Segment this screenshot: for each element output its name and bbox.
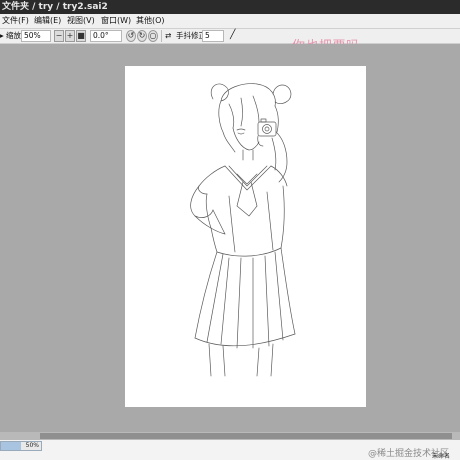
menu-other[interactable]: 其他(O): [136, 14, 165, 28]
memory-usage-text: 50%: [25, 442, 39, 449]
drawing-paper[interactable]: [125, 66, 366, 407]
window-controls[interactable]: [418, 0, 460, 14]
horizontal-scrollbar[interactable]: [0, 432, 460, 440]
scrollbar-thumb[interactable]: [40, 433, 452, 439]
pen-pressure-icon[interactable]: ╱: [230, 30, 235, 42]
zoom-input[interactable]: 50%: [21, 30, 51, 42]
window-title-bar: 文件夹 / try / try2.sai2: [0, 0, 460, 14]
status-bar: 50% @稀土掘金技术社区 未命名: [0, 440, 460, 460]
canvas-area[interactable]: [0, 44, 460, 432]
menu-file[interactable]: 文件(F): [2, 14, 29, 28]
zoom-out-icon[interactable]: −: [54, 30, 64, 42]
rotate-input[interactable]: 0.0°: [90, 30, 122, 42]
zoom-label: 缩放: [6, 31, 21, 40]
rotate-reset-icon[interactable]: ○: [148, 30, 158, 42]
flip-icon[interactable]: ⇄: [165, 30, 171, 42]
menu-window[interactable]: 窗口(W): [101, 14, 131, 28]
sketch-drawing: [190, 83, 296, 377]
rotate-left-icon[interactable]: ↺: [126, 30, 136, 42]
memory-usage-fill: [1, 442, 21, 450]
zoom-in-icon[interactable]: +: [65, 30, 75, 42]
toolbar: ▸ 缩放 50% − + ■ 0.0° ↺ ↻ ○ ⇄ 手抖修正 5 ╱: [0, 29, 460, 44]
menu-edit[interactable]: 编辑(E): [34, 14, 61, 28]
zoom-reset-icon[interactable]: ■: [76, 30, 86, 42]
menu-bar: 文件(F) 编辑(E) 视图(V) 窗口(W) 其他(O): [0, 14, 460, 29]
rotate-right-icon[interactable]: ↻: [137, 30, 147, 42]
memory-usage-bar: 50%: [0, 441, 42, 451]
menu-view[interactable]: 视图(V): [67, 14, 95, 28]
window-title: 文件夹 / try / try2.sai2: [2, 2, 108, 12]
stabilizer-select[interactable]: 5: [202, 30, 224, 42]
status-label: 未命名: [432, 453, 451, 460]
toolbar-divider: [161, 30, 162, 42]
